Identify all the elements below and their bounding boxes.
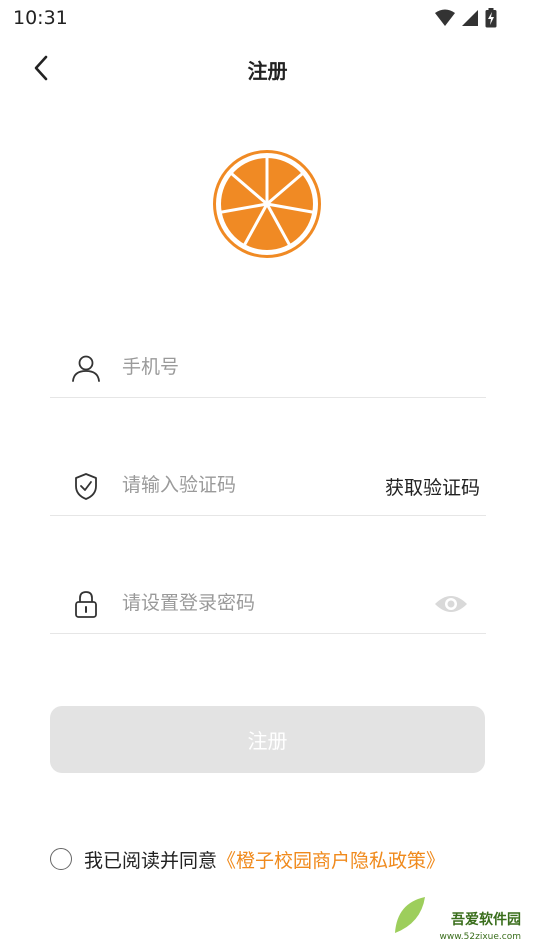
shield-check-icon	[75, 473, 97, 500]
status-bar: 10:31	[0, 0, 535, 38]
code-input[interactable]	[122, 468, 362, 502]
code-row: 获取验证码	[50, 456, 486, 516]
watermark-logo-icon	[395, 897, 425, 933]
password-row	[50, 574, 486, 634]
watermark-url: www.52zixue.com	[439, 932, 521, 942]
phone-row	[50, 338, 486, 398]
battery-charging-icon	[485, 8, 497, 28]
wifi-icon	[435, 9, 455, 26]
header: 注册	[0, 40, 535, 96]
page-title: 注册	[247, 59, 288, 83]
orange-slice-logo	[213, 150, 321, 258]
register-button[interactable]: 注册	[50, 706, 485, 773]
agreement: 我已阅读并同意 《橙子校园商户隐私政策》	[50, 846, 445, 872]
get-code-button[interactable]: 获取验证码	[385, 473, 480, 500]
user-icon	[72, 355, 100, 382]
signal-icon	[462, 10, 478, 26]
agree-text: 我已阅读并同意	[84, 849, 218, 872]
register-screen: 10:31 注册 手机号 请输入验证码 获取验证码 注册 我已阅读并同意 《橙子…	[0, 0, 535, 951]
agree-checkbox[interactable]	[50, 848, 72, 870]
lock-icon	[75, 591, 97, 618]
status-icons	[435, 8, 497, 28]
eye-icon[interactable]	[434, 590, 468, 618]
watermark-text: 吾爱软件园	[451, 912, 521, 928]
watermark: 吾爱软件园 www.52zixue.com	[389, 885, 529, 945]
privacy-policy-link[interactable]: 《橙子校园商户隐私政策》	[217, 846, 445, 873]
password-input[interactable]	[122, 586, 362, 620]
phone-input[interactable]	[122, 350, 362, 384]
status-time: 10:31	[13, 7, 68, 29]
